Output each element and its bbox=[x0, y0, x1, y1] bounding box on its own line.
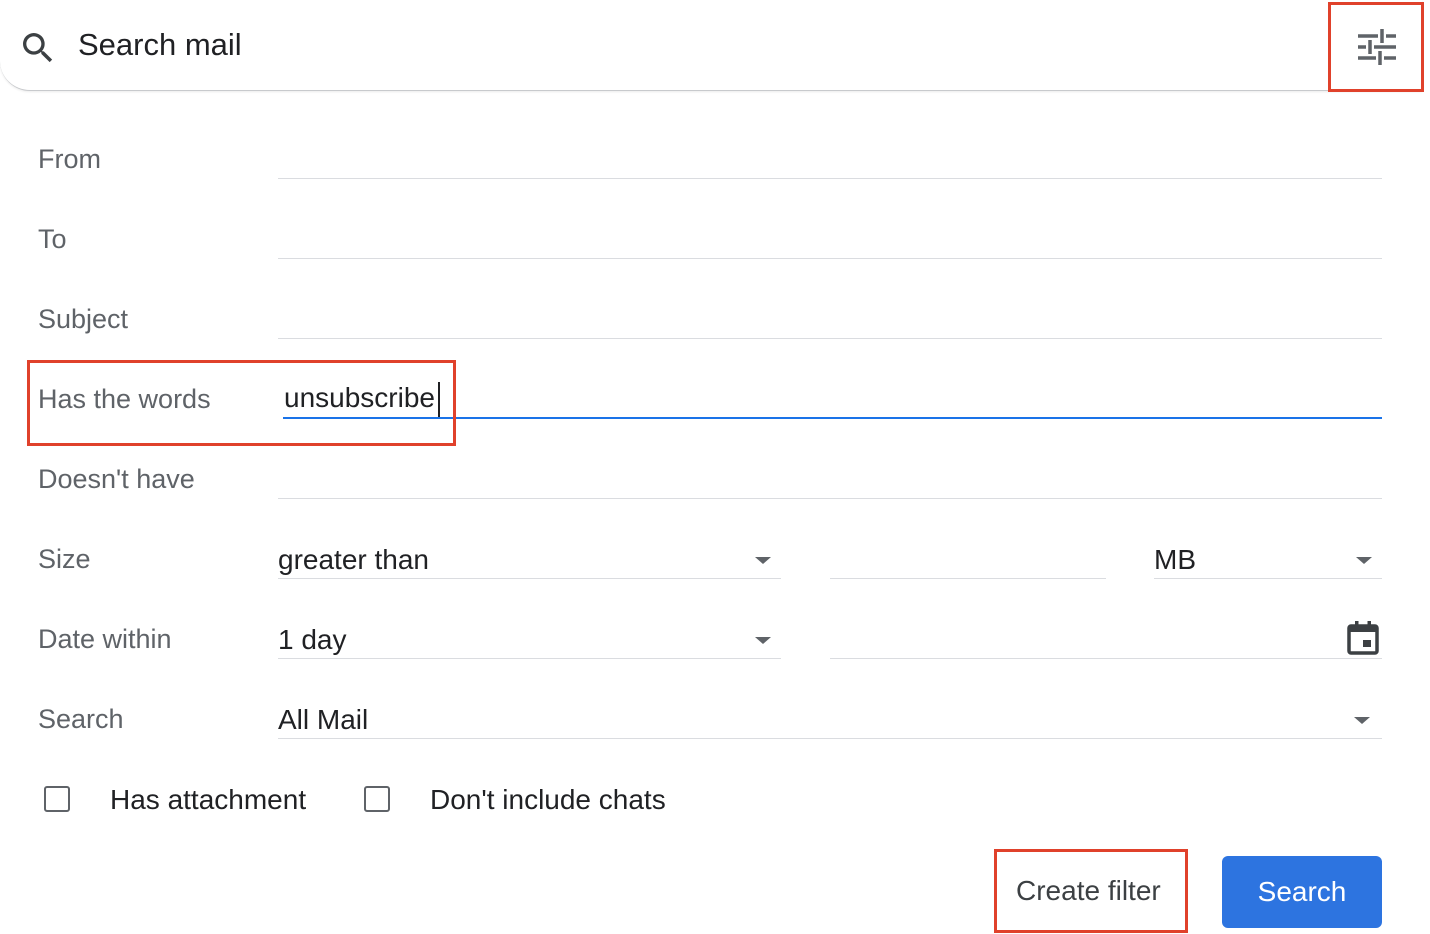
size-comparator-select[interactable]: greater than bbox=[278, 544, 429, 576]
calendar-icon[interactable] bbox=[1346, 620, 1380, 656]
date-range-select[interactable]: 1 day bbox=[278, 624, 347, 656]
subject-field[interactable] bbox=[278, 338, 1382, 339]
no-chats-label[interactable]: Don't include chats bbox=[430, 784, 666, 816]
to-label: To bbox=[38, 224, 67, 254]
search-button[interactable]: Search bbox=[1222, 856, 1382, 928]
has-attachment-checkbox[interactable] bbox=[44, 786, 70, 812]
create-filter-button[interactable]: Create filter bbox=[1003, 866, 1187, 916]
doesnt-have-label: Doesn't have bbox=[38, 464, 195, 494]
to-field[interactable] bbox=[278, 258, 1382, 259]
size-unit-select[interactable]: MB bbox=[1154, 544, 1196, 576]
has-attachment-label[interactable]: Has attachment bbox=[110, 784, 306, 816]
has-words-field[interactable]: unsubscribe bbox=[284, 382, 435, 414]
has-words-label: Has the words bbox=[38, 384, 211, 414]
from-label: From bbox=[38, 144, 101, 174]
size-unit-dropdown-icon[interactable] bbox=[1356, 557, 1372, 564]
search-bar: Search mail bbox=[0, 0, 1422, 91]
date-range-underline bbox=[278, 658, 781, 659]
search-input[interactable]: Search mail bbox=[78, 27, 242, 63]
search-scope-dropdown-icon[interactable] bbox=[1354, 717, 1370, 724]
search-scope-select[interactable]: All Mail bbox=[278, 704, 368, 736]
doesnt-have-field[interactable] bbox=[278, 498, 1382, 499]
date-range-dropdown-icon[interactable] bbox=[755, 637, 771, 644]
size-label: Size bbox=[38, 544, 91, 574]
date-within-label: Date within bbox=[38, 624, 172, 654]
subject-label: Subject bbox=[38, 304, 129, 334]
size-unit-underline bbox=[1154, 578, 1382, 579]
size-comparator-underline bbox=[278, 578, 781, 579]
tune-icon[interactable] bbox=[1352, 26, 1402, 68]
search-scope-label: Search bbox=[38, 704, 124, 734]
search-icon[interactable] bbox=[18, 28, 58, 68]
size-comparator-dropdown-icon[interactable] bbox=[755, 557, 771, 564]
has-words-underline bbox=[283, 417, 1382, 419]
size-amount-field[interactable] bbox=[830, 578, 1106, 579]
search-scope-underline bbox=[278, 738, 1382, 739]
date-field[interactable] bbox=[830, 658, 1382, 659]
from-field[interactable] bbox=[278, 178, 1382, 179]
text-caret bbox=[438, 382, 440, 418]
no-chats-checkbox[interactable] bbox=[364, 786, 390, 812]
